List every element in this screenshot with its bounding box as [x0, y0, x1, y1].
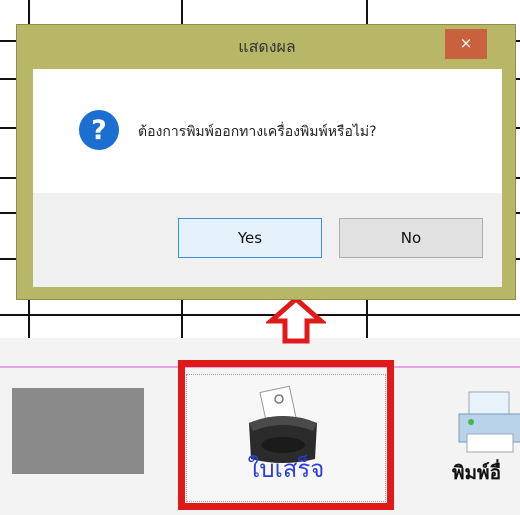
dialog-title: แสดงผล [238, 37, 296, 56]
question-icon: ? [79, 110, 119, 150]
close-button[interactable]: × [445, 29, 487, 59]
yes-button[interactable]: Yes [178, 218, 322, 258]
dialog-message: ต้องการพิมพ์ออกทางเครื่องพิมพ์หรือไม่? [138, 124, 377, 140]
question-glyph: ? [91, 115, 107, 146]
no-button[interactable]: No [339, 218, 483, 258]
grid-line [0, 314, 520, 316]
up-arrow-icon [266, 296, 326, 344]
printer-icon [458, 391, 520, 453]
highlight-annotation-box [178, 360, 394, 510]
close-icon: × [459, 34, 473, 52]
toolbar-placeholder-button[interactable] [12, 388, 144, 474]
print-other-label: พิมพ์อื่ [452, 462, 501, 484]
message-area: ? ต้องการพิมพ์ออกทางเครื่องพิมพ์หรือไม่? [33, 69, 502, 193]
message-dialog: แสดงผล × ? ต้องการพิมพ์ออกทางเครื่องพิมพ… [16, 24, 516, 300]
dialog-body: ? ต้องการพิมพ์ออกทางเครื่องพิมพ์หรือไม่?… [33, 69, 502, 287]
